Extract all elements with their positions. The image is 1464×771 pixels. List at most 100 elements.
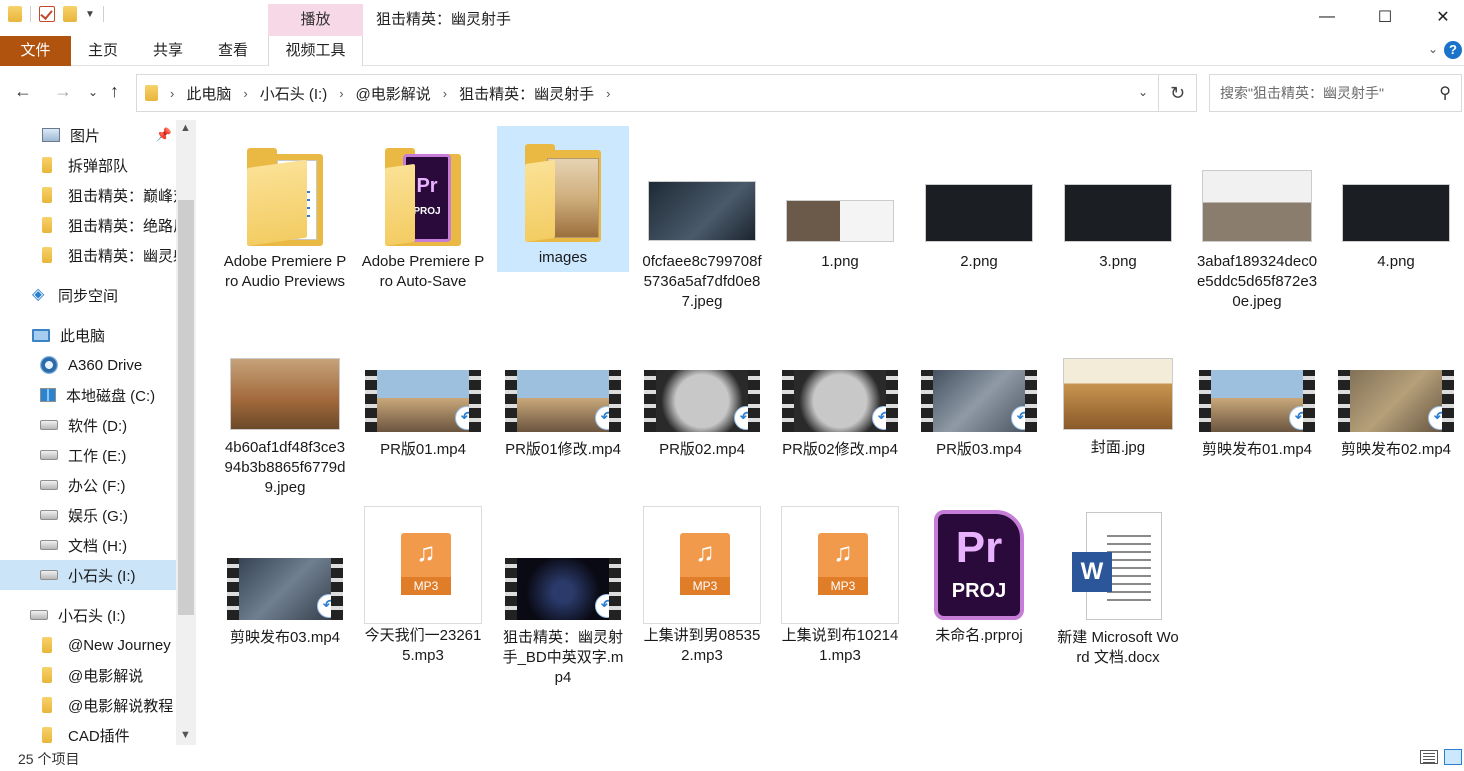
refresh-button[interactable]: ↻ <box>1159 74 1197 112</box>
video-item[interactable]: ↶ PR版02修改.mp4 <box>774 348 906 478</box>
chevron-right-icon[interactable]: › <box>339 86 343 101</box>
context-tab-play[interactable]: 播放 <box>268 4 363 36</box>
search-placeholder: 搜索"狙击精英：幽灵射手" <box>1220 85 1384 101</box>
sidebar-item-drive-g[interactable]: 娱乐 (G:) <box>0 500 176 530</box>
video-item[interactable]: ↶ 剪映发布01.mp4 <box>1191 348 1323 478</box>
maximize-button[interactable]: ☐ <box>1356 0 1414 34</box>
sidebar-item-folder[interactable]: @New Journey <box>0 630 176 660</box>
windows-drive-icon <box>40 388 56 402</box>
sidebar-item-drive-i[interactable]: 小石头 (I:) <box>0 560 176 590</box>
properties-icon[interactable] <box>39 6 55 22</box>
video-item[interactable]: ↶ 狙击精英：幽灵射手_BD中英双字.mp4 <box>497 508 629 686</box>
sidebar-item-label: 小石头 (I:) <box>68 567 136 585</box>
sidebar-item-folder[interactable]: 狙击精英：幽灵射 <box>0 240 176 270</box>
sidebar-item-folder[interactable]: CAD插件 <box>0 720 176 745</box>
sidebar-item-a360[interactable]: A360 Drive <box>0 350 176 380</box>
breadcrumb-this-pc[interactable]: 此电脑 <box>186 83 231 104</box>
up-arrow-icon[interactable]: ↑ <box>110 81 119 102</box>
image-folder-icon <box>525 144 601 242</box>
sidebar-item-folder[interactable]: 拆弹部队 <box>0 150 176 180</box>
sync-icon: ◈ <box>32 286 45 303</box>
breadcrumb-drive[interactable]: 小石头 (I:) <box>260 83 328 104</box>
chevron-right-icon[interactable]: › <box>443 86 447 101</box>
audio-item[interactable]: MP3 上集讲到男085352.mp3 <box>636 506 768 666</box>
customize-dropdown-icon[interactable]: ▼ <box>85 9 95 20</box>
sidebar-item-folder[interactable]: 狙击精英：巅峰对 <box>0 180 176 210</box>
close-button[interactable]: ✕ <box>1414 0 1464 34</box>
sidebar-item-drive-i-root[interactable]: 小石头 (I:) <box>0 600 176 630</box>
video-item[interactable]: ↶ PR版01.mp4 <box>357 348 489 478</box>
pictures-icon <box>42 128 60 142</box>
pin-icon[interactable]: 📌 <box>156 127 172 143</box>
file-item[interactable]: 1.png <box>774 128 906 318</box>
tab-video-tools[interactable]: 视频工具 <box>268 36 363 66</box>
sidebar-item-folder[interactable]: @电影解说教程 <box>0 690 176 720</box>
forward-arrow-icon[interactable]: → <box>54 81 72 102</box>
video-item[interactable]: ↶ PR版02.mp4 <box>636 348 768 478</box>
project-item[interactable]: Pr PROJ 未命名.prproj <box>913 510 1045 660</box>
sidebar-item-sync[interactable]: ◈ 同步空间 <box>0 280 176 310</box>
tab-file[interactable]: 文件 <box>0 36 71 66</box>
item-label: 剪映发布02.mp4 <box>1340 441 1452 458</box>
video-item[interactable]: ↶ PR版01修改.mp4 <box>497 348 629 478</box>
scroll-down-icon[interactable]: ▼ <box>180 729 191 741</box>
sidebar-item-folder[interactable]: 狙击精英：绝路反 <box>0 210 176 240</box>
sidebar-item-folder[interactable]: @电影解说 <box>0 660 176 690</box>
folder-icon <box>42 157 52 173</box>
new-folder-icon[interactable] <box>63 6 77 22</box>
file-item[interactable]: 2.png <box>913 128 1045 318</box>
folder-item-selected[interactable]: images <box>497 126 629 272</box>
address-history-dropdown-icon[interactable]: ⌄ <box>1138 85 1148 99</box>
minimize-button[interactable]: — <box>1298 0 1356 34</box>
audio-item[interactable]: MP3 今天我们一232615.mp3 <box>357 506 489 666</box>
address-bar[interactable]: › 此电脑 › 小石头 (I:) › @电影解说 › 狙击精英：幽灵射手 › ⌄ <box>136 74 1159 112</box>
navigation-pane: 图片 📌 拆弹部队 狙击精英：巅峰对 狙击精英：绝路反 狙击精英：幽灵射 ◈ 同… <box>0 120 196 745</box>
file-item[interactable]: 0fcfaee8c799708f5736a5af7dfd0e87.jpeg <box>636 128 768 318</box>
search-input[interactable]: 搜索"狙击精英：幽灵射手" ⚲ <box>1209 74 1462 112</box>
scroll-up-icon[interactable]: ▲ <box>180 122 191 134</box>
folder-icon <box>42 697 52 713</box>
chevron-right-icon[interactable]: › <box>606 86 610 101</box>
sidebar-item-drive-e[interactable]: 工作 (E:) <box>0 440 176 470</box>
breadcrumb-folder[interactable]: @电影解说 <box>356 83 431 104</box>
folder-item[interactable]: Adobe Premiere Pro Audio Previews <box>219 128 351 318</box>
audio-item[interactable]: MP3 上集说到布102141.mp3 <box>774 506 906 666</box>
word-logo-text: W <box>1072 552 1112 592</box>
large-icons-view-icon[interactable] <box>1444 749 1462 765</box>
folder-item[interactable]: Pr PROJ Adobe Premiere Pro Auto-Save <box>357 128 489 318</box>
sidebar-scrollbar[interactable]: ▲ ▼ <box>176 120 196 745</box>
chevron-right-icon[interactable]: › <box>170 86 174 101</box>
sidebar-item-drive-h[interactable]: 文档 (H:) <box>0 530 176 560</box>
expand-ribbon-icon[interactable]: ⌄ <box>1428 42 1438 56</box>
chevron-right-icon[interactable]: › <box>243 86 247 101</box>
sidebar-item-drive-d[interactable]: 软件 (D:) <box>0 410 176 440</box>
recent-locations-icon[interactable]: ⌄ <box>88 85 98 99</box>
details-view-icon[interactable] <box>1420 750 1438 764</box>
video-item[interactable]: ↶ PR版03.mp4 <box>913 348 1045 478</box>
help-icon[interactable]: ? <box>1444 41 1462 59</box>
file-item[interactable]: 4b60af1df48f3ce394b3b8865f6779d9.jpeg <box>219 348 351 508</box>
item-label: 上集说到布102141.mp3 <box>781 627 899 664</box>
video-item[interactable]: ↶ 剪映发布03.mp4 <box>219 508 351 648</box>
scrollbar-thumb[interactable] <box>178 200 194 615</box>
back-arrow-icon[interactable]: ← <box>14 81 32 102</box>
folder-icon <box>42 187 52 203</box>
video-thumbnail: ↶ <box>227 558 343 620</box>
search-icon[interactable]: ⚲ <box>1439 83 1451 103</box>
video-thumbnail: ↶ <box>782 370 898 432</box>
document-item[interactable]: W 新建 Microsoft Word 文档.docx <box>1052 512 1184 672</box>
sidebar-item-drive-c[interactable]: 本地磁盘 (C:) <box>0 380 176 410</box>
tab-home[interactable]: 主页 <box>78 36 128 66</box>
tab-view[interactable]: 查看 <box>208 36 258 66</box>
sidebar-item-this-pc[interactable]: 此电脑 <box>0 320 176 350</box>
sidebar-item-pictures[interactable]: 图片 📌 <box>0 120 176 150</box>
video-item[interactable]: ↶ 剪映发布02.mp4 <box>1330 348 1462 478</box>
tab-share[interactable]: 共享 <box>143 36 193 66</box>
sidebar-item-drive-f[interactable]: 办公 (F:) <box>0 470 176 500</box>
file-item[interactable]: 3abaf189324dec0e5ddc5d65f872e30e.jpeg <box>1191 128 1323 318</box>
file-item[interactable]: 3.png <box>1052 128 1184 318</box>
mp3-tag-text: MP3 <box>818 577 868 595</box>
file-item[interactable]: 4.png <box>1330 128 1462 318</box>
breadcrumb-current[interactable]: 狙击精英：幽灵射手 <box>459 83 594 104</box>
file-item[interactable]: 封面.jpg <box>1052 348 1184 478</box>
